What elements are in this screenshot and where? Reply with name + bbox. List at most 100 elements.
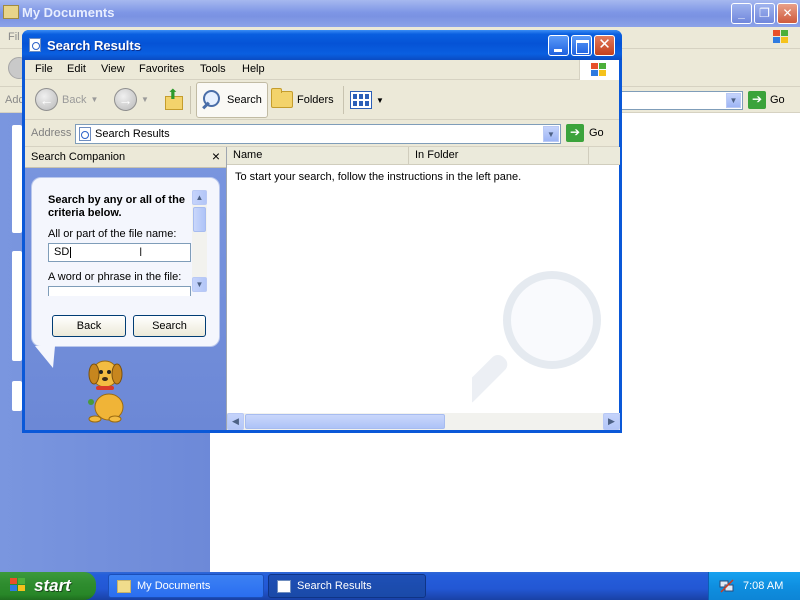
menu-file-stub[interactable]: Fil (8, 31, 20, 43)
criteria-scrollbar[interactable]: ▲ ▼ (192, 190, 207, 292)
search-document-icon (277, 579, 291, 593)
search-results-window: Search Results ✕ File Edit View Favorite… (22, 30, 622, 433)
minimize-button[interactable] (548, 35, 569, 56)
folders-icon (271, 88, 293, 108)
chevron-down-icon[interactable]: ▼ (376, 96, 384, 105)
windows-logo-icon (770, 27, 792, 47)
scroll-down-icon[interactable]: ▼ (192, 277, 207, 292)
views-button[interactable]: ▼ (350, 91, 384, 109)
scroll-right-icon[interactable]: ▶ (603, 413, 620, 430)
address-field[interactable]: Search Results ▼ (75, 124, 561, 144)
companion-back-button[interactable]: Back (52, 315, 126, 337)
address-field[interactable]: ▼ (618, 91, 743, 110)
my-documents-titlebar[interactable]: My Documents _ ❐ ✕ (0, 0, 800, 27)
address-value: Search Results (95, 128, 170, 140)
toolbar-separator (190, 86, 191, 114)
up-folder-button[interactable] (163, 86, 183, 110)
menu-view[interactable]: View (101, 63, 125, 75)
views-icon (350, 91, 372, 109)
column-in-folder[interactable]: In Folder (409, 147, 589, 165)
menu-edit[interactable]: Edit (67, 63, 86, 75)
taskbar-item-label: Search Results (297, 580, 372, 592)
chevron-down-icon[interactable]: ▼ (726, 93, 741, 108)
search-criteria-balloon: Search by any or all of the criteria bel… (31, 177, 220, 347)
up-folder-icon (163, 86, 183, 110)
results-hint: To start your search, follow the instruc… (235, 171, 522, 183)
minimize-button[interactable]: _ (731, 3, 752, 24)
folder-icon (3, 5, 19, 19)
clock[interactable]: 7:08 AM (743, 580, 783, 592)
close-icon[interactable]: × (212, 148, 220, 164)
results-pane: Name In Folder To start your search, fol… (226, 147, 620, 430)
text-caret (70, 246, 72, 258)
menu-tools[interactable]: Tools (200, 63, 226, 75)
start-label: start (34, 576, 71, 595)
criteria-heading: Search by any or all of the criteria bel… (48, 194, 185, 219)
search-companion-title: Search Companion (31, 151, 126, 163)
window-body: File Edit View Favorites Tools Help ← Ba… (25, 60, 620, 430)
windows-logo-icon (579, 60, 619, 80)
folder-icon (117, 579, 131, 593)
search-results-titlebar[interactable]: Search Results ✕ (22, 30, 622, 60)
chevron-down-icon[interactable]: ▼ (543, 126, 559, 142)
search-label: Search (227, 94, 262, 106)
search-document-icon (29, 38, 41, 52)
filename-input[interactable]: SD (48, 243, 191, 262)
search-companion-pane: Search Companion × Search by any or all … (25, 147, 226, 430)
menubar: File Edit View Favorites Tools Help (25, 60, 619, 80)
maximize-button[interactable]: ❐ (754, 3, 775, 24)
companion-search-button[interactable]: Search (133, 315, 206, 337)
go-arrow-icon: ➔ (566, 124, 584, 142)
phrase-label: A word or phrase in the file: (48, 271, 182, 283)
results-column-header: Name In Folder (227, 147, 620, 165)
go-button[interactable]: ➔ Go (566, 124, 604, 142)
phrase-input[interactable] (48, 286, 191, 296)
taskbar-item-my-documents[interactable]: My Documents (108, 574, 264, 598)
task-pane-box (12, 381, 22, 411)
search-icon (201, 89, 223, 111)
scroll-left-icon[interactable]: ◀ (227, 413, 244, 430)
window-title: Search Results (47, 38, 141, 53)
folders-button[interactable]: Folders (271, 88, 334, 108)
network-icon[interactable] (719, 579, 735, 593)
chevron-down-icon[interactable]: ▼ (90, 95, 98, 104)
task-pane-box (12, 125, 22, 233)
search-button[interactable]: Search (196, 82, 268, 118)
system-tray: 7:08 AM (708, 572, 800, 600)
back-button[interactable]: ← Back ▼ (35, 88, 98, 111)
forward-button[interactable]: → ▼ (114, 88, 149, 111)
back-arrow-icon: ← (35, 88, 58, 111)
windows-logo-icon (10, 578, 28, 594)
close-button[interactable]: ✕ (777, 3, 798, 24)
search-document-icon (79, 127, 91, 141)
taskbar-item-search-results[interactable]: Search Results (268, 574, 426, 598)
menu-file[interactable]: File (35, 63, 53, 75)
scrollbar-thumb[interactable] (245, 414, 445, 429)
search-companion-header: Search Companion × (25, 147, 226, 168)
go-arrow-icon: ➔ (748, 91, 766, 109)
results-horizontal-scrollbar[interactable]: ◀ ▶ (227, 413, 620, 430)
toolbar-separator (343, 86, 344, 114)
go-button[interactable]: ➔ Go (748, 91, 785, 109)
scroll-up-icon[interactable]: ▲ (192, 190, 207, 205)
taskbar-item-label: My Documents (137, 580, 211, 592)
filename-label: All or part of the file name: (48, 228, 177, 240)
toolbar: ← Back ▼ → ▼ Search Folders (25, 80, 619, 120)
chevron-down-icon[interactable]: ▼ (141, 95, 149, 104)
go-label: Go (589, 127, 604, 139)
taskbar: start My Documents Search Results 7:08 A… (0, 572, 800, 600)
column-name[interactable]: Name (227, 147, 409, 165)
start-button[interactable]: start (0, 572, 96, 600)
magnifier-watermark-icon (472, 271, 601, 404)
maximize-button[interactable] (571, 35, 592, 56)
back-label: Back (62, 93, 87, 106)
menu-favorites[interactable]: Favorites (139, 63, 184, 75)
close-button[interactable]: ✕ (594, 35, 615, 56)
scrollbar-thumb[interactable] (193, 207, 206, 232)
task-pane-box (12, 251, 22, 361)
menu-help[interactable]: Help (242, 63, 265, 75)
address-bar: Address Search Results ▼ ➔ Go (25, 120, 619, 147)
ibeam-cursor-icon: I (139, 245, 143, 259)
my-documents-title: My Documents (22, 5, 115, 20)
balloon-tail (34, 346, 64, 368)
